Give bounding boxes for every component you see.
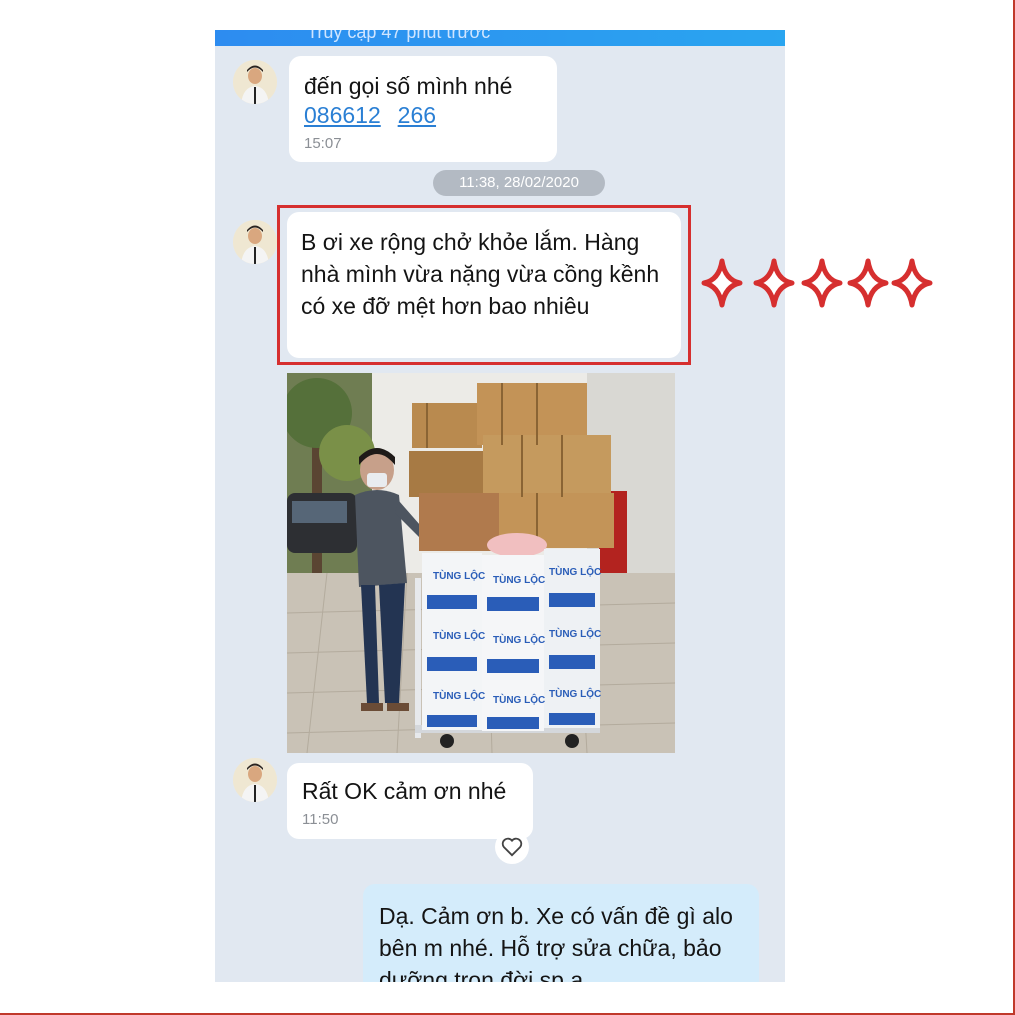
box-label: TÙNG LỘC <box>433 569 485 582</box>
last-seen-text: Truy cập 47 phút trước <box>307 30 491 42</box>
highlight-box <box>277 205 691 365</box>
box-label: TÙNG LỘC <box>549 687 601 700</box>
photo-message[interactable]: TÙNG LỘC TÙNG LỘC TÙNG LỘC TÙNG LỘC TÙNG… <box>287 373 675 753</box>
box-label: TÙNG LỘC <box>433 689 485 702</box>
box-label: TÙNG LỘC <box>549 565 601 578</box>
box-label: TÙNG LỘC <box>493 573 545 586</box>
box-label: TÙNG LỘC <box>549 627 601 640</box>
box-label: TÙNG LỘC <box>493 693 545 706</box>
incoming-message-bubble[interactable]: Rất OK cảm ơn nhé 11:50 <box>287 763 533 839</box>
sparkle-decoration <box>701 258 933 308</box>
message-text: Dạ. Cảm ơn b. Xe có vấn đề gì alo bên m … <box>379 903 733 982</box>
outgoing-message-bubble[interactable]: Dạ. Cảm ơn b. Xe có vấn đề gì alo bên m … <box>363 884 759 982</box>
sparkle-icon <box>801 258 843 308</box>
avatar[interactable] <box>233 220 277 264</box>
phone-link[interactable]: 086612 <box>304 102 381 128</box>
phone-link-part2[interactable]: 266 <box>398 102 436 128</box>
status-bar: Truy cập 47 phút trước <box>215 30 785 46</box>
chat-screen: Truy cập 47 phút trước đến gọi số mình n… <box>215 30 785 982</box>
box-label: TÙNG LỘC <box>493 633 545 646</box>
sparkle-icon <box>753 258 795 308</box>
message-time: 11:50 <box>302 811 339 828</box>
message-text: Rất OK cảm ơn nhé <box>302 778 507 804</box>
box-label: TÙNG LỘC <box>433 629 485 642</box>
message-text: đến gọi số mình nhé <box>304 73 513 99</box>
avatar[interactable] <box>233 758 277 802</box>
sparkle-icon <box>847 258 889 308</box>
react-button[interactable] <box>495 830 529 864</box>
sparkle-icon <box>701 258 743 308</box>
message-time: 15:07 <box>304 135 342 152</box>
heart-icon <box>501 837 523 857</box>
avatar[interactable] <box>233 60 277 104</box>
date-divider: 11:38, 28/02/2020 <box>433 170 605 196</box>
sparkle-icon <box>891 258 933 308</box>
incoming-message-bubble[interactable]: đến gọi số mình nhé 086612 266 15:07 <box>289 56 557 162</box>
